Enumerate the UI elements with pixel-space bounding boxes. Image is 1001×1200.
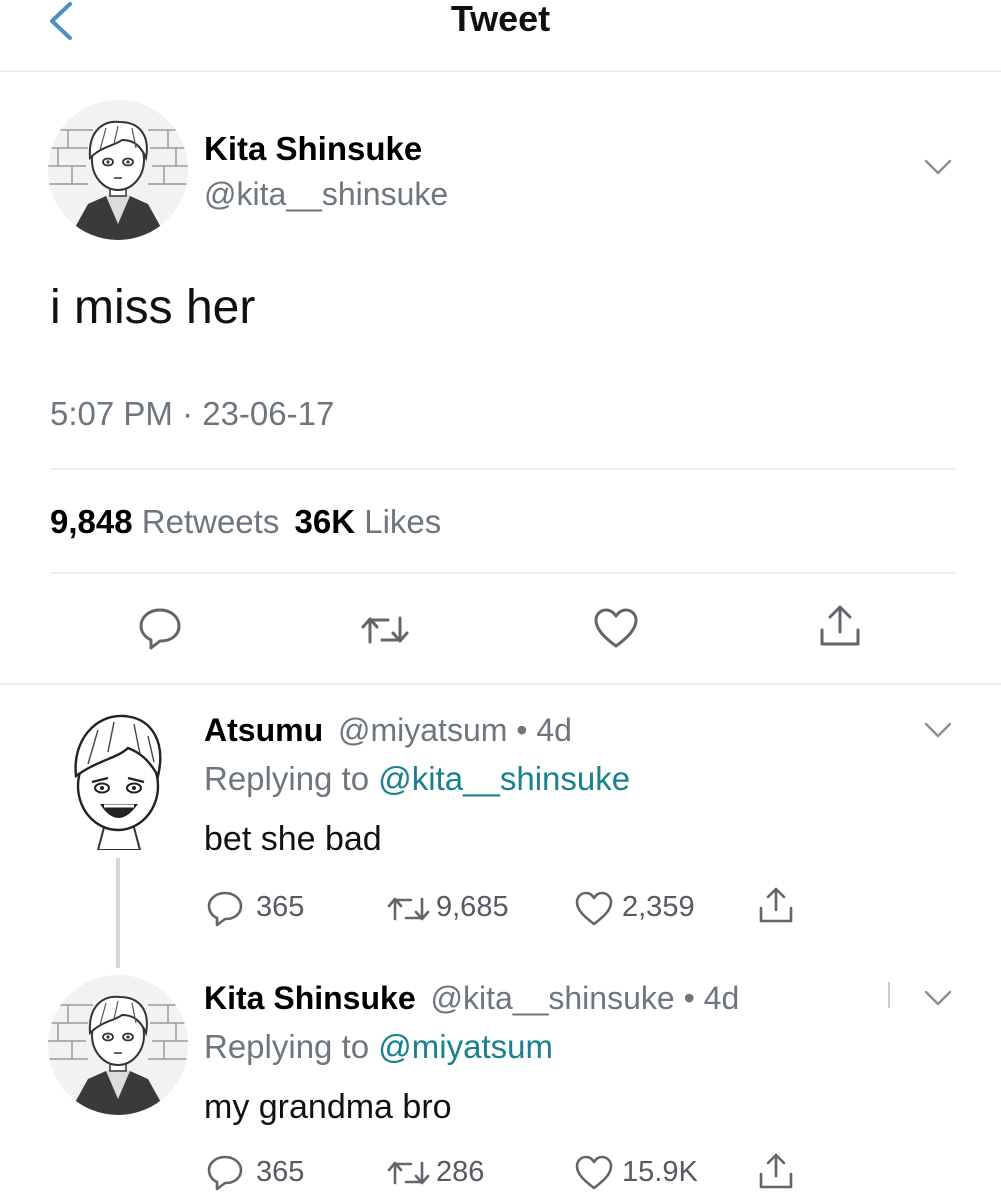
reply-header: Atsumu @miyatsum • 4d bbox=[204, 712, 572, 749]
reply-header: Kita Shinsuke @kita__shinsuke • 4d bbox=[204, 980, 739, 1017]
replying-to-link[interactable]: @kita__shinsuke bbox=[378, 760, 630, 797]
retweet-icon bbox=[361, 616, 409, 644]
like-icon bbox=[575, 1155, 613, 1190]
avatar[interactable] bbox=[48, 975, 188, 1115]
top-bar: Tweet bbox=[0, 0, 1001, 72]
share-button[interactable] bbox=[756, 884, 796, 926]
replying-to-line: Replying to @miyatsum bbox=[204, 1028, 553, 1066]
retweet-icon bbox=[387, 897, 430, 921]
reply-icon bbox=[139, 608, 181, 650]
reply-menu-button[interactable] bbox=[922, 986, 954, 1010]
retweet-count: 286 bbox=[436, 1156, 485, 1188]
replying-to-label: Replying to bbox=[204, 1028, 370, 1065]
retweet-button[interactable] bbox=[384, 1156, 434, 1190]
divider bbox=[888, 982, 890, 1008]
reply-time: • 4d bbox=[516, 712, 572, 748]
avatar[interactable] bbox=[48, 700, 188, 850]
like-count: 15.9K bbox=[622, 1156, 698, 1188]
avatar-kita-illustration bbox=[48, 975, 188, 1115]
replying-to-line: Replying to @kita__shinsuke bbox=[204, 760, 630, 798]
chevron-down-icon bbox=[924, 722, 952, 738]
reply-count: 365 bbox=[256, 891, 305, 923]
like-button[interactable] bbox=[574, 1154, 614, 1192]
chevron-down-icon bbox=[924, 990, 952, 1006]
tweet-text: i miss her bbox=[50, 281, 256, 334]
reply-author-handle[interactable]: @miyatsum bbox=[338, 712, 507, 748]
reply-text: my grandma bro bbox=[204, 1088, 452, 1126]
likes-count[interactable]: 36K bbox=[295, 503, 356, 540]
reply-author-name[interactable]: Atsumu bbox=[204, 712, 323, 748]
tweet-author-handle[interactable]: @kita__shinsuke bbox=[204, 176, 448, 213]
retweet-button[interactable] bbox=[358, 610, 412, 650]
likes-label[interactable]: Likes bbox=[364, 503, 441, 540]
share-icon bbox=[820, 605, 860, 646]
reply-text: bet she bad bbox=[204, 820, 382, 858]
retweet-icon bbox=[387, 1161, 430, 1185]
avatar-kita-illustration bbox=[48, 100, 188, 240]
avatar-atsumu-illustration bbox=[48, 700, 188, 850]
share-button[interactable] bbox=[816, 602, 864, 650]
retweets-label[interactable]: Retweets bbox=[142, 503, 280, 540]
like-button[interactable] bbox=[574, 890, 614, 928]
reply-button[interactable] bbox=[205, 1152, 245, 1192]
divider bbox=[50, 468, 955, 470]
replying-to-label: Replying to bbox=[204, 760, 370, 797]
avatar[interactable] bbox=[48, 100, 188, 240]
chevron-down-icon bbox=[924, 159, 952, 175]
retweet-count: 9,685 bbox=[436, 891, 509, 923]
reply-author-handle[interactable]: @kita__shinsuke bbox=[431, 980, 675, 1016]
share-icon bbox=[759, 887, 793, 923]
reply-icon bbox=[207, 891, 243, 927]
like-count: 2,359 bbox=[622, 891, 695, 923]
tweet-timestamp: 5:07 PM · 23-06-17 bbox=[50, 395, 335, 432]
like-icon bbox=[575, 891, 613, 926]
divider bbox=[0, 683, 1001, 685]
reply-time: • 4d bbox=[683, 980, 740, 1016]
reply-count: 365 bbox=[256, 1156, 305, 1188]
page-title: Tweet bbox=[450, 0, 551, 39]
replying-to-link[interactable]: @miyatsum bbox=[378, 1028, 553, 1065]
like-icon bbox=[594, 608, 638, 648]
reply-author-name[interactable]: Kita Shinsuke bbox=[204, 980, 416, 1016]
share-button[interactable] bbox=[756, 1150, 796, 1192]
thread-line bbox=[116, 858, 120, 968]
like-button[interactable] bbox=[592, 606, 640, 650]
retweet-button[interactable] bbox=[384, 892, 434, 926]
tweet-menu-button[interactable] bbox=[922, 155, 954, 179]
retweets-count[interactable]: 9,848 bbox=[50, 503, 133, 540]
reply-icon bbox=[207, 1155, 243, 1191]
tweet-stats: 9,848 Retweets 36K Likes bbox=[50, 503, 441, 541]
reply-menu-button[interactable] bbox=[922, 718, 954, 742]
reply-button[interactable] bbox=[205, 888, 245, 928]
divider bbox=[50, 572, 955, 574]
tweet-author-name[interactable]: Kita Shinsuke bbox=[204, 130, 422, 168]
reply-button[interactable] bbox=[136, 604, 184, 652]
share-icon bbox=[759, 1153, 793, 1189]
